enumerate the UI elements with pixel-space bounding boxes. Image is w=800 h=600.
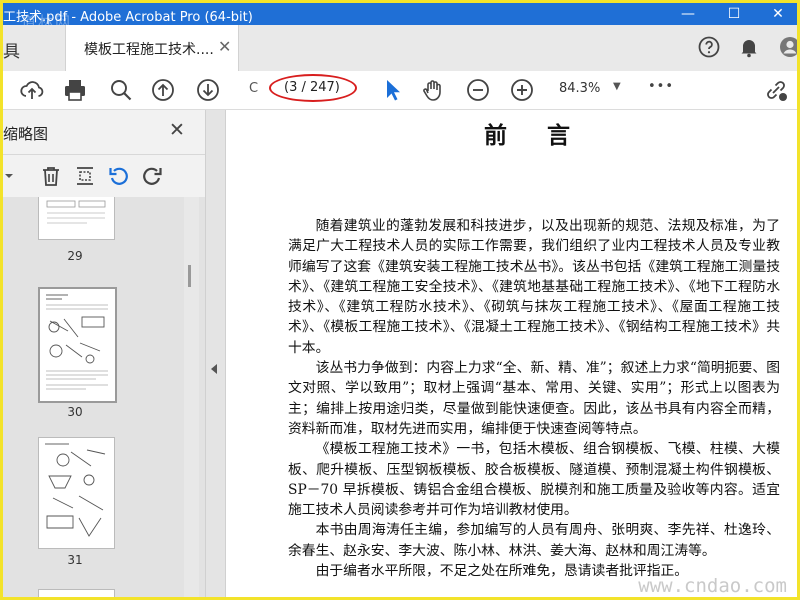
red-annotation-oval <box>269 74 357 102</box>
delete-trash-icon[interactable] <box>39 164 63 188</box>
chevron-down-icon[interactable]: ▼ <box>613 81 621 92</box>
title-bar: 工技术.pdf - Adobe Acrobat Pro (64-bit) 道林网… <box>3 3 797 31</box>
thumbnail-scrollbar[interactable] <box>184 197 199 597</box>
tab-strip: 具 模板工程施工技术.... ✕ <box>3 25 800 72</box>
find-magnifier-icon[interactable] <box>108 77 134 103</box>
help-icon[interactable] <box>697 35 721 59</box>
page-heading: 前言 <box>484 122 610 149</box>
thumbnail-page-30[interactable] <box>38 287 117 403</box>
tab-document[interactable]: 模板工程施工技术.... ✕ <box>65 25 239 71</box>
thumbnail-page-29[interactable] <box>38 197 115 240</box>
close-tab-icon[interactable]: ✕ <box>218 37 231 56</box>
thumbnail-page-next[interactable] <box>38 589 115 597</box>
cloud-upload-icon[interactable] <box>19 77 45 103</box>
paragraph: 随着建筑业的蓬勃发展和科技进步，以及出现新的规范、法规及标准，为了满足广大工程技… <box>288 218 780 356</box>
panel-title: 缩略图 <box>3 125 49 143</box>
maximize-button[interactable]: ☐ <box>711 3 757 25</box>
main-toolbar: C (3 / 247) 84.3% ▼ ••• <box>3 71 797 110</box>
hand-tool-icon[interactable] <box>420 77 446 103</box>
app-window: 工技术.pdf - Adobe Acrobat Pro (64-bit) 道林网… <box>0 0 800 600</box>
thumbnail-label: 30 <box>67 405 83 419</box>
notifications-bell-icon[interactable] <box>737 35 761 59</box>
scrollbar-thumb[interactable] <box>188 265 191 287</box>
thumbnail-list: 29 30 31 <box>3 197 205 597</box>
close-window-button[interactable]: ✕ <box>755 3 797 25</box>
page-number-input[interactable]: C <box>249 81 258 96</box>
zoom-level-select[interactable]: 84.3% <box>559 81 600 96</box>
minimize-button[interactable]: — <box>665 3 711 25</box>
print-icon[interactable] <box>62 77 88 103</box>
panel-collapse-strip[interactable] <box>206 110 226 597</box>
share-link-icon[interactable] <box>763 77 789 103</box>
next-page-icon[interactable] <box>195 77 221 103</box>
tab-tools[interactable]: 具 <box>3 37 20 62</box>
thumbnail-panel: 缩略图 ✕ 29 30 31 <box>3 110 206 597</box>
thumbnail-label: 29 <box>67 249 83 263</box>
panel-toolbar <box>3 154 205 198</box>
collapse-left-icon[interactable] <box>211 364 217 374</box>
insert-page-icon[interactable] <box>73 164 97 188</box>
thumbnail-preview <box>46 294 108 390</box>
zoom-out-icon[interactable] <box>465 77 491 103</box>
document-tab-label: 模板工程施工技术.... <box>84 42 214 58</box>
zoom-in-icon[interactable] <box>509 77 535 103</box>
thumbnail-preview <box>45 443 106 537</box>
paragraph: 《模板工程施工技术》一书，包括木模板、组合钢模板、飞模、柱模、大模板、爬升模板、… <box>288 441 780 519</box>
thumbnail-label: 31 <box>67 553 83 567</box>
preface-text: 随着建筑业的蓬勃发展和科技进步，以及出现新的规范、法规及标准，为了满足广大工程技… <box>288 216 780 581</box>
rotate-clockwise-icon[interactable] <box>140 164 164 188</box>
select-pointer-icon[interactable] <box>379 77 405 103</box>
paragraph: 本书由周海涛任主编，参加编写的人员有周舟、张明爽、李先祥、杜逸玲、余春生、赵永安… <box>288 522 780 559</box>
site-watermark: www.cndao.com <box>638 575 787 597</box>
document-page: 前言 随着建筑业的蓬勃发展和科技进步，以及出现新的规范、法规及标准，为了满足广大… <box>226 110 797 597</box>
paragraph: 该丛书力争做到：内容上力求“全、新、精、准”；叙述上力求“简明扼要、图文对照、学… <box>288 360 780 437</box>
thumbnail-preview <box>46 200 106 224</box>
previous-page-icon[interactable] <box>150 77 176 103</box>
thumbnail-page-31[interactable] <box>38 437 115 549</box>
account-icon[interactable] <box>778 35 800 59</box>
more-tools-icon[interactable]: ••• <box>648 79 674 94</box>
rotate-counterclockwise-icon[interactable] <box>107 164 131 188</box>
options-caret-icon[interactable] <box>1 164 25 188</box>
close-panel-icon[interactable]: ✕ <box>169 119 185 141</box>
